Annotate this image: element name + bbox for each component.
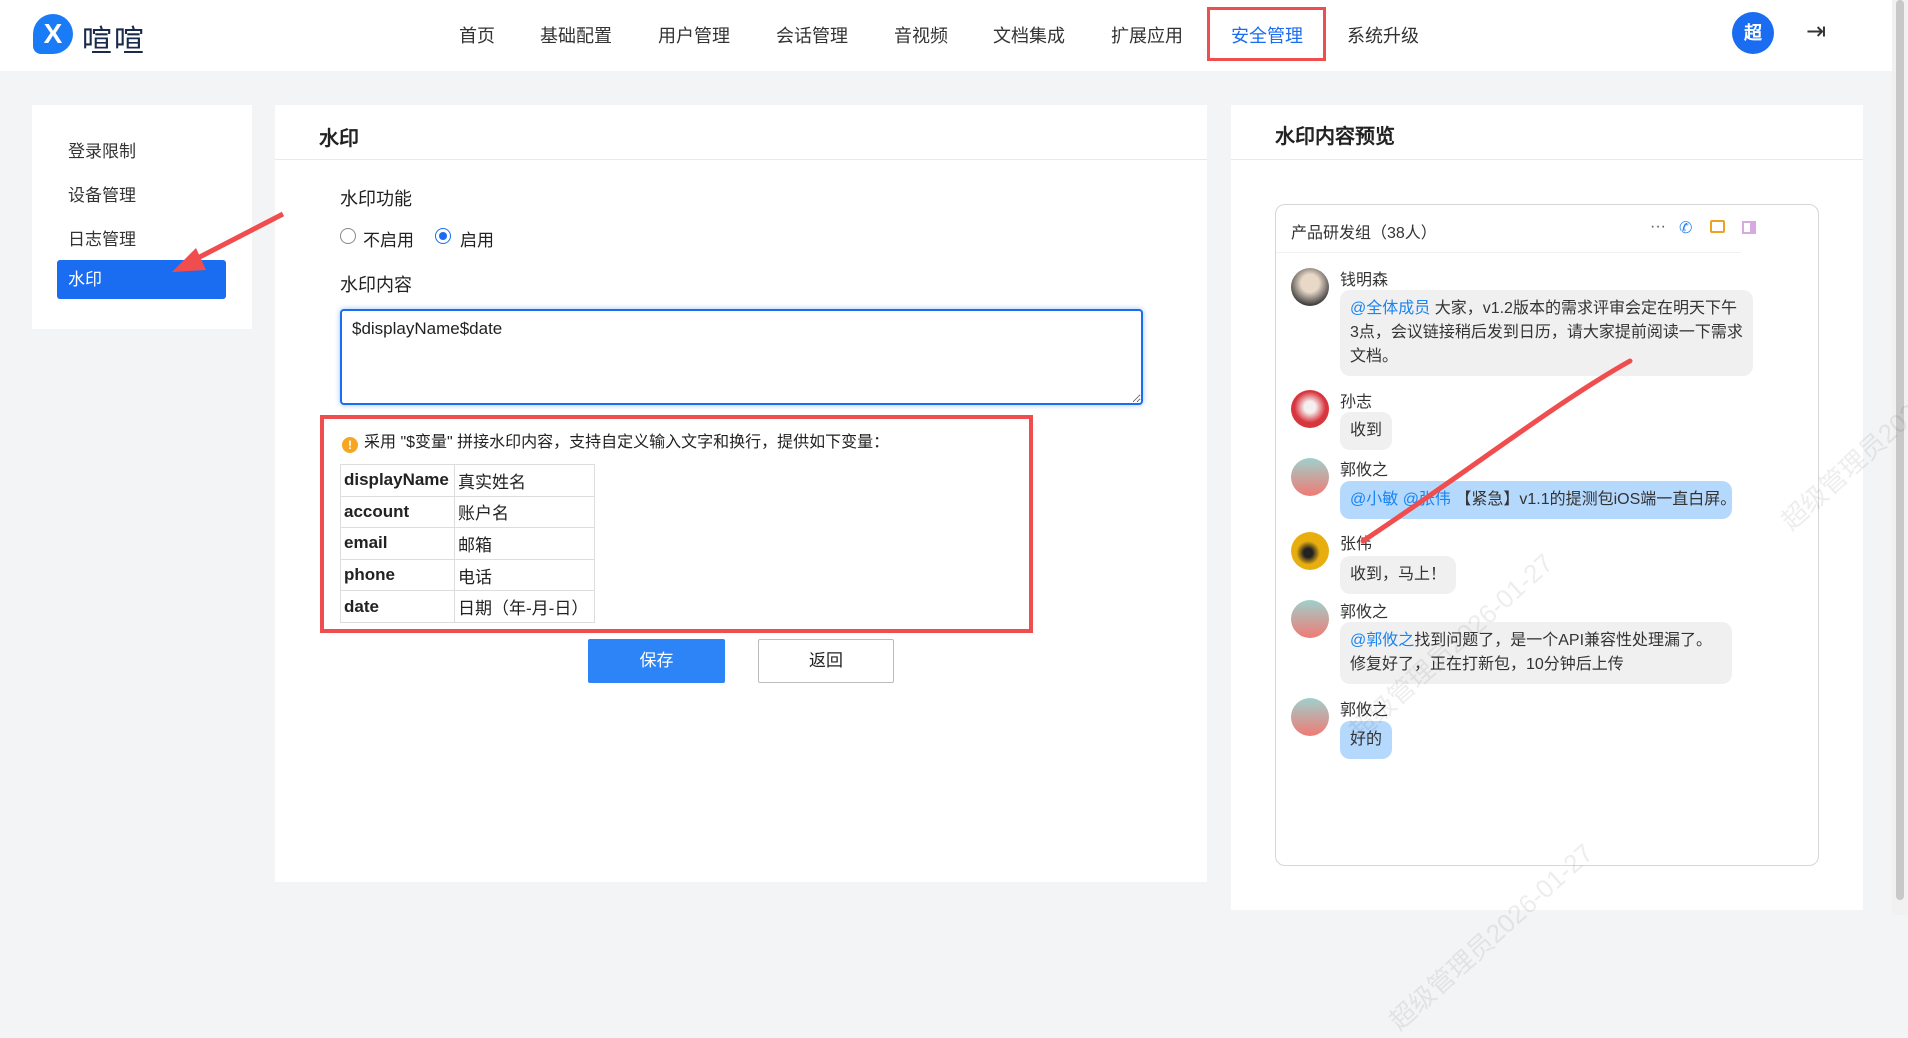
- nav-system-upgrade[interactable]: 系统升级: [1347, 22, 1419, 48]
- sidebar-item-log-management[interactable]: 日志管理: [68, 225, 136, 250]
- panel-title: 水印: [319, 128, 359, 150]
- back-button[interactable]: 返回: [758, 639, 894, 683]
- sender-name: 郭攸之: [1340, 462, 1389, 479]
- table-row: displayName 真实姓名: [340, 464, 595, 497]
- nav-user-management[interactable]: 用户管理: [658, 22, 730, 48]
- nav-session-management[interactable]: 会话管理: [776, 22, 848, 48]
- message-bubble: 收到，马上！: [1340, 556, 1457, 594]
- logout-icon[interactable]: ⇥: [1806, 17, 1826, 46]
- sidebar-toggle-icon: [1742, 221, 1756, 234]
- sender-name: 钱明森: [1340, 272, 1389, 289]
- nav-doc-integration[interactable]: 文档集成: [993, 22, 1065, 48]
- nav-home[interactable]: 首页: [459, 22, 495, 48]
- variable-desc: 邮箱: [454, 527, 595, 560]
- variable-key: displayName: [340, 464, 455, 497]
- hint-text: 采用 "$变量" 拼接水印内容，支持自定义输入文字和换行，提供如下变量：: [364, 434, 890, 451]
- variable-hint: ! 采用 "$变量" 拼接水印内容，支持自定义输入文字和换行，提供如下变量：: [342, 428, 889, 453]
- radio-enable[interactable]: [435, 228, 451, 244]
- more-icon: ···: [1650, 218, 1666, 235]
- avatar: [1291, 532, 1329, 570]
- mention[interactable]: @小敏 @张伟: [1350, 491, 1451, 508]
- table-row: date 日期（年-月-日）: [340, 590, 595, 623]
- divider: [1276, 252, 1741, 253]
- radio-disable-label[interactable]: 不启用: [363, 226, 414, 251]
- message-text: 【紧急】v1.1的提测包iOS端一直白屏。: [1450, 491, 1737, 508]
- table-row: email 邮箱: [340, 527, 595, 560]
- variables-table: displayName 真实姓名 account 账户名 email 邮箱 phone…: [340, 464, 595, 623]
- mention[interactable]: @郭攸之: [1350, 632, 1414, 649]
- table-row: phone 电话: [340, 558, 595, 592]
- nav-basic-config[interactable]: 基础配置: [540, 22, 612, 48]
- chat-title: 产品研发组（38人）: [1291, 225, 1437, 242]
- warning-icon: !: [342, 437, 358, 453]
- message-text: 好的: [1350, 731, 1383, 748]
- avatar: [1291, 698, 1329, 736]
- sidebar-item-watermark[interactable]: 水印: [57, 260, 226, 299]
- watermark-content-label: 水印内容: [340, 275, 412, 295]
- sender-name: 张伟: [1340, 536, 1373, 553]
- watermark-content-input[interactable]: [340, 309, 1143, 405]
- chat-notice-icon: [1710, 220, 1725, 233]
- message-bubble: @全体成员 大家，v1.2版本的需求评审会定在明天下午3点，会议链接稍后发到日历…: [1340, 290, 1753, 376]
- variable-key: phone: [340, 558, 455, 592]
- avatar: [1291, 600, 1329, 638]
- sender-name: 郭攸之: [1340, 702, 1389, 719]
- phone-icon: ✆: [1679, 220, 1693, 237]
- radio-disable[interactable]: [340, 228, 356, 244]
- avatar: [1291, 458, 1329, 496]
- sender-name: 郭攸之: [1340, 604, 1389, 621]
- save-button[interactable]: 保存: [588, 639, 725, 683]
- variable-desc: 账户名: [454, 495, 595, 529]
- logo-icon: X: [33, 14, 73, 54]
- sender-name: 孙志: [1340, 394, 1373, 411]
- nav-extensions[interactable]: 扩展应用: [1111, 22, 1183, 48]
- brand-name: 喧喧: [82, 25, 146, 58]
- message-bubble: @小敏 @张伟 【紧急】v1.1的提测包iOS端一直白屏。: [1340, 481, 1736, 519]
- variable-key: email: [340, 527, 455, 560]
- sidebar-item-device-management[interactable]: 设备管理: [68, 181, 136, 206]
- message-text: 收到: [1350, 422, 1383, 439]
- divider: [275, 159, 1207, 160]
- message-text: 收到，马上！: [1350, 566, 1447, 583]
- message-bubble: 收到: [1340, 412, 1393, 450]
- nav-audio-video[interactable]: 音视频: [894, 22, 948, 48]
- scrollbar-thumb[interactable]: [1896, 0, 1904, 900]
- variable-desc: 电话: [454, 558, 595, 592]
- variable-key: account: [340, 495, 455, 529]
- user-avatar[interactable]: 超: [1732, 12, 1774, 54]
- variable-desc: 日期（年-月-日）: [454, 590, 595, 623]
- message-bubble: @郭攸之找到问题了，是一个API兼容性处理漏了。修复好了，正在打新包，10分钟后…: [1340, 622, 1732, 684]
- preview-title: 水印内容预览: [1275, 126, 1395, 148]
- watermark-feature-label: 水印功能: [340, 189, 412, 209]
- variable-key: date: [340, 590, 455, 623]
- mention[interactable]: @全体成员: [1350, 300, 1430, 317]
- avatar: [1291, 268, 1329, 306]
- radio-enable-label[interactable]: 启用: [460, 226, 494, 251]
- table-row: account 账户名: [340, 495, 595, 529]
- divider: [1231, 159, 1863, 160]
- variable-desc: 真实姓名: [454, 464, 595, 497]
- avatar: [1291, 390, 1329, 428]
- message-bubble: 好的: [1340, 721, 1393, 759]
- nav-security[interactable]: 安全管理: [1231, 22, 1303, 48]
- sidebar-item-login-limit[interactable]: 登录限制: [68, 137, 136, 162]
